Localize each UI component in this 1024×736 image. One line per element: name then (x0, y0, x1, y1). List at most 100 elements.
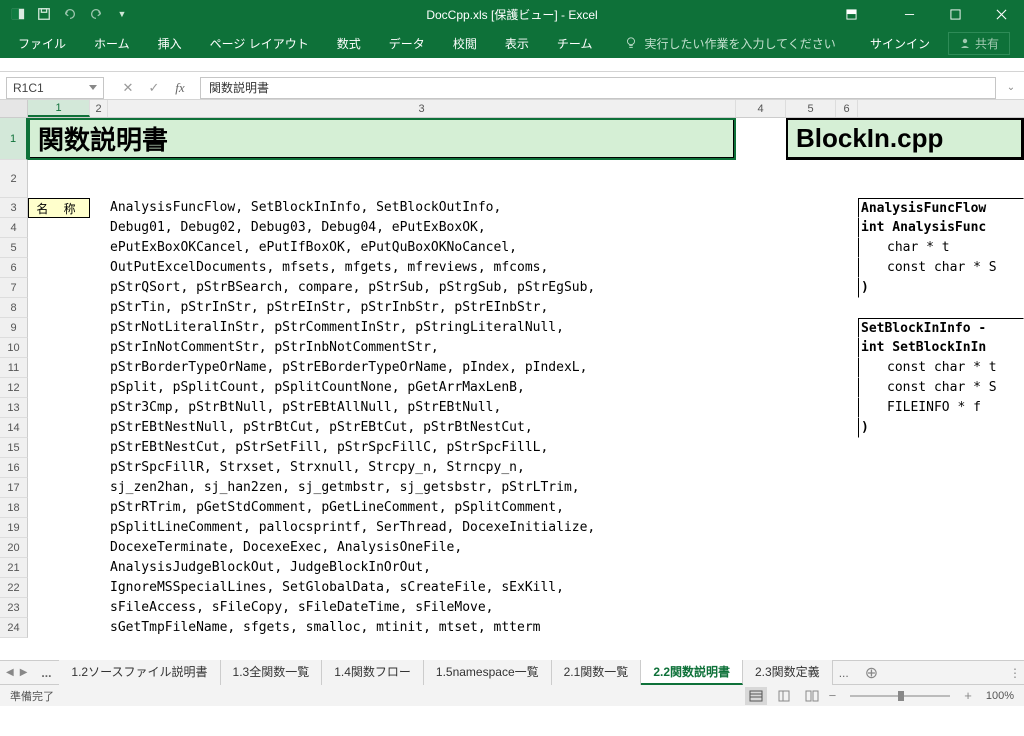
row-header[interactable]: 15 (0, 438, 28, 458)
cell[interactable] (786, 498, 836, 518)
cell[interactable] (90, 238, 108, 258)
right-code-cell[interactable]: ) (858, 418, 1024, 438)
right-code-cell[interactable] (858, 578, 1024, 598)
cell[interactable] (28, 318, 90, 338)
cell[interactable] (90, 298, 108, 318)
formula-input[interactable]: 関数説明書 (200, 77, 996, 99)
ribbon-options-icon[interactable] (828, 0, 874, 28)
cell[interactable] (736, 498, 786, 518)
cell[interactable] (90, 378, 108, 398)
cell[interactable] (90, 418, 108, 438)
cell[interactable] (28, 258, 90, 278)
page-break-view-icon[interactable] (801, 687, 823, 705)
cell[interactable] (736, 278, 786, 298)
sheet-tab[interactable]: 2.2関数説明書 (641, 660, 743, 685)
cell[interactable] (836, 398, 858, 418)
cell[interactable] (836, 458, 858, 478)
tab-team[interactable]: チーム (543, 29, 607, 58)
cell[interactable] (28, 278, 90, 298)
col-header-2[interactable]: 2 (90, 100, 108, 117)
right-code-cell[interactable] (858, 498, 1024, 518)
cell[interactable] (28, 160, 90, 198)
cell[interactable] (736, 378, 786, 398)
cell[interactable] (90, 258, 108, 278)
add-sheet-icon[interactable]: ⊕ (855, 663, 888, 683)
right-code-cell[interactable]: AnalysisFuncFlow (858, 198, 1024, 218)
worksheet-grid[interactable]: 1 2 3 4 5 6 1関数説明書BlockIn.cpp23名 称Analys… (0, 100, 1024, 660)
cell[interactable] (90, 398, 108, 418)
cell[interactable] (736, 298, 786, 318)
cell[interactable] (786, 458, 836, 478)
right-code-cell[interactable]: int AnalysisFunc (858, 218, 1024, 238)
cell[interactable] (736, 258, 786, 278)
cell-content[interactable]: pStrEBtNestNull, pStrBtCut, pStrEBtCut, … (108, 418, 736, 438)
right-code-cell[interactable]: int SetBlockInIn (858, 338, 1024, 358)
cell[interactable] (836, 558, 858, 578)
cell[interactable] (786, 338, 836, 358)
row-header[interactable]: 1 (0, 118, 28, 160)
cell-content[interactable]: pStrInNotCommentStr, pStrInbNotCommentSt… (108, 338, 736, 358)
row-header[interactable]: 12 (0, 378, 28, 398)
cell[interactable] (836, 538, 858, 558)
cell[interactable] (836, 318, 858, 338)
cell-content[interactable]: pStrSpcFillR, Strxset, Strxnull, Strcpy_… (108, 458, 736, 478)
cell[interactable] (786, 358, 836, 378)
cell[interactable] (786, 618, 836, 638)
col-header-rest[interactable] (858, 100, 1024, 117)
cell[interactable] (736, 318, 786, 338)
enter-formula-icon[interactable]: ✓ (142, 77, 166, 99)
cell[interactable] (28, 338, 90, 358)
cell[interactable] (28, 218, 90, 238)
row-header[interactable]: 3 (0, 198, 28, 218)
cell-content[interactable]: pStrRTrim, pGetStdComment, pGetLineComme… (108, 498, 736, 518)
cell[interactable] (786, 378, 836, 398)
col-header-6[interactable]: 6 (836, 100, 858, 117)
row-header[interactable]: 13 (0, 398, 28, 418)
cell[interactable] (90, 318, 108, 338)
cell[interactable] (90, 578, 108, 598)
col-header-3[interactable]: 3 (108, 100, 736, 117)
cancel-formula-icon[interactable]: ✕ (116, 77, 140, 99)
tab-scroll-more[interactable]: ... (33, 666, 59, 680)
cell[interactable] (836, 418, 858, 438)
cell[interactable] (736, 218, 786, 238)
cell-content[interactable]: pStrTin, pStrInStr, pStrEInStr, pStrInbS… (108, 298, 736, 318)
cell[interactable] (28, 438, 90, 458)
row-header[interactable]: 19 (0, 518, 28, 538)
cell[interactable] (836, 198, 858, 218)
cell[interactable] (786, 318, 836, 338)
cell[interactable] (90, 278, 108, 298)
name-box[interactable]: R1C1 (6, 77, 104, 99)
right-code-cell[interactable]: FILEINFO * f (858, 398, 1024, 418)
cell[interactable] (736, 578, 786, 598)
select-all-corner[interactable] (0, 100, 28, 117)
sheet-tab[interactable]: 1.4関数フロー (322, 660, 424, 685)
cell[interactable] (28, 518, 90, 538)
cell[interactable] (786, 238, 836, 258)
cell[interactable] (736, 518, 786, 538)
tab-formulas[interactable]: 数式 (323, 29, 375, 58)
right-code-cell[interactable]: char * t (858, 238, 1024, 258)
cell[interactable] (836, 298, 858, 318)
cell[interactable] (836, 278, 858, 298)
cell-content[interactable]: DocexeTerminate, DocexeExec, AnalysisOne… (108, 538, 736, 558)
cell[interactable] (90, 338, 108, 358)
right-code-cell[interactable]: ) (858, 278, 1024, 298)
right-code-cell[interactable] (858, 558, 1024, 578)
cell[interactable] (28, 418, 90, 438)
col-header-5[interactable]: 5 (786, 100, 836, 117)
tab-data[interactable]: データ (375, 29, 439, 58)
cell[interactable] (736, 198, 786, 218)
cell[interactable] (28, 618, 90, 638)
cell[interactable] (736, 478, 786, 498)
cell[interactable] (736, 160, 786, 198)
cell-content[interactable]: pSplitLineComment, pallocsprintf, SerThr… (108, 518, 736, 538)
row-header[interactable]: 8 (0, 298, 28, 318)
name-label-cell[interactable]: 名 称 (28, 198, 90, 218)
cell[interactable] (28, 538, 90, 558)
cell[interactable] (28, 298, 90, 318)
right-code-cell[interactable]: const char * S (858, 258, 1024, 278)
right-code-cell[interactable]: const char * S (858, 378, 1024, 398)
cell[interactable] (786, 518, 836, 538)
row-header[interactable]: 18 (0, 498, 28, 518)
